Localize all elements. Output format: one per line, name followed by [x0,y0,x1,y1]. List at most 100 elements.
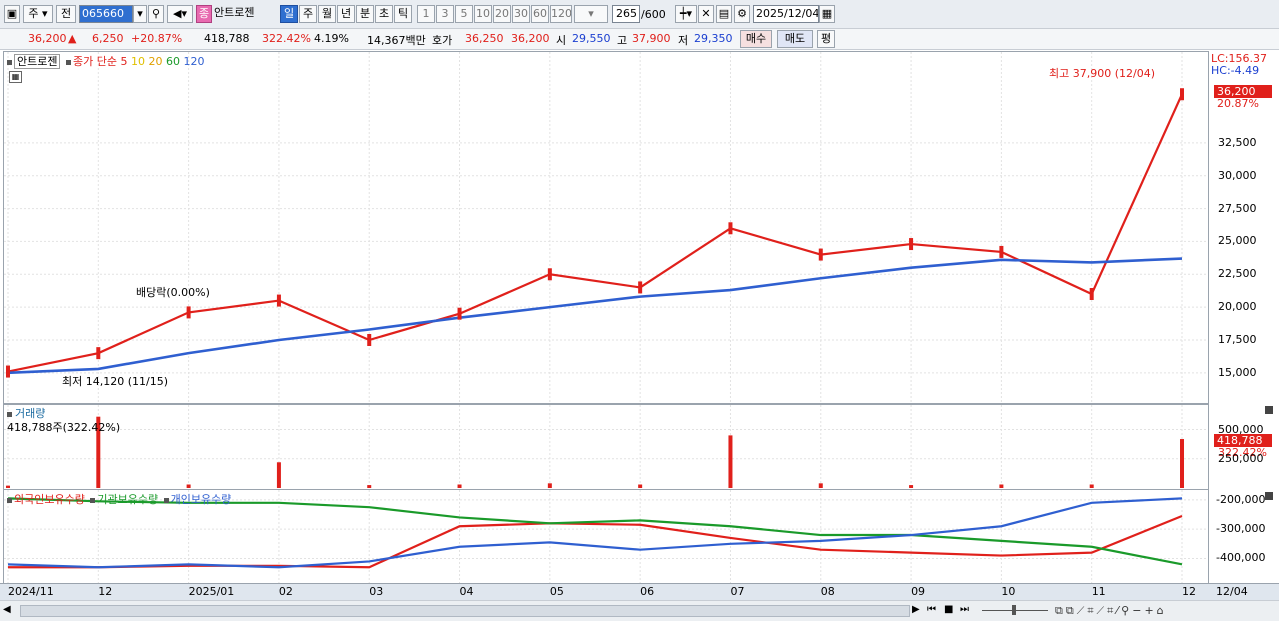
stop-icon[interactable]: ■ [944,604,958,618]
gear-icon[interactable]: ⚙ [734,5,750,23]
line-tool-icon[interactable]: ⟋ [1097,604,1108,617]
period-minute[interactable]: 분 [356,5,374,23]
fibonacci-icon[interactable]: ⌗ [1087,604,1096,617]
scroll-track[interactable] [20,605,910,617]
chart-toolbar: ▣ 주 ▾ 전 065660 ▾ ⚲ ◀▾ 종 안트로젠 일 주 월 년 분 초… [0,0,1279,29]
price-candle [909,238,914,251]
window-menu-icon[interactable]: ▣ [4,5,20,23]
price-y-tick: 30,000 [1218,168,1257,182]
x-axis-tick: 10 [1001,585,1016,598]
price-chart[interactable] [4,52,1208,404]
count-input[interactable]: 265 [612,5,640,23]
copy-icon[interactable]: ⧉ [1055,604,1066,617]
type-select[interactable]: 주 ▾ [23,5,53,23]
period-tick[interactable]: 틱 [394,5,412,23]
volume-bar [6,485,10,488]
minute-10[interactable]: 10 [474,5,492,23]
home-icon[interactable]: ⌂ [1157,604,1167,617]
minus-icon[interactable]: − [1132,604,1144,617]
legend-square-icon [7,60,12,65]
count-max: /600 [641,8,666,21]
minute-20[interactable]: 20 [493,5,511,23]
fast-forward-icon[interactable]: ⏭ [960,604,976,618]
minute-1[interactable]: 1 [417,5,435,23]
volume-value: 418,788 [204,32,250,45]
price-y-tick: 22,500 [1218,267,1257,281]
legend-square-icon [65,60,71,65]
plus-icon[interactable]: + [1144,604,1156,617]
holding-legend: 외국인보유수량 기관보유수량 개인보유수량 [7,491,231,507]
period-second[interactable]: 초 [375,5,393,23]
change-percent: +20.87% [131,32,183,45]
price-candle [1089,288,1094,300]
volume-bar [999,484,1004,488]
high-label: 고 [617,34,628,47]
x-axis-tick: 05 [549,585,564,598]
minute-120[interactable]: 120 [550,5,572,23]
price-series-line [7,93,1184,373]
table-icon[interactable]: ▦ [9,71,22,83]
x-axis-right-label: 12/04 [1216,585,1248,598]
fibonacci-icon[interactable]: ⌗ [1107,604,1116,617]
search-icon[interactable]: ⚲ [148,5,164,23]
price-y-tick: 25,000 [1218,234,1257,248]
scroll-left-icon[interactable]: ◀ [3,604,17,618]
price-candle [638,281,643,294]
low-note: 최저 14,120 (11/15) [62,375,169,388]
buy-button[interactable]: 매수 [740,30,772,48]
x-axis-tick: 12 [1182,585,1196,598]
price-y-tick: 15,000 [1218,365,1257,379]
code-dropdown-icon[interactable]: ▾ [133,5,147,23]
minute-30[interactable]: 30 [512,5,530,23]
rewind-icon[interactable]: ⏮ [927,604,943,618]
volume-y-tick: 250,000 [1218,451,1264,465]
volume-bar [367,485,372,488]
turnover-rate: 4.19% [314,32,349,45]
panel-close-icon[interactable] [1265,492,1273,500]
period-week[interactable]: 주 [299,5,317,23]
ma-60-label: 60 [165,55,180,68]
date-input[interactable]: 2025/12/04 [753,5,819,23]
legend-square-icon [90,498,96,503]
average-button[interactable]: 평 [817,30,835,48]
line-tool-icon[interactable]: ⟋ [1077,604,1088,617]
legend-institution: 기관보유수량 [97,493,159,506]
calendar-icon[interactable]: ▦ [819,5,835,23]
copy-icon[interactable]: ⧉ [1066,604,1077,617]
stock-code-input[interactable]: 065660 [79,5,133,23]
volume-chart[interactable] [4,405,1208,489]
candle-type-icon[interactable]: ┿▾ [675,5,697,23]
price-candle [457,307,462,320]
scroll-right-icon[interactable]: ▶ [912,604,926,618]
zoom-slider-handle[interactable] [1012,605,1016,615]
legend-square-icon [163,498,169,503]
custom-period-dropdown[interactable]: ▾ [574,5,608,23]
drawing-tools[interactable]: ⧉⧉⟋⌗⟋⌗⁄⚲−+⌂ [1055,604,1275,618]
zoom-icon[interactable]: ⚲ [1121,604,1132,617]
stock-tag: 안트로젠 [14,54,61,69]
volume-percent: 322.42% [262,32,311,45]
sell-button[interactable]: 매도 [777,30,813,48]
minute-3[interactable]: 3 [436,5,454,23]
mode-button[interactable]: 전 [56,5,76,23]
price-candle [186,306,191,319]
minute-60[interactable]: 60 [531,5,549,23]
holding-y-tick: -200,000 [1216,492,1266,506]
period-month[interactable]: 월 [318,5,336,23]
price-legend: 안트로젠 종가 단순 5 10 20 60 120 [7,53,204,69]
stock-badge: 종 [196,5,212,23]
volume-bar [728,435,733,488]
chart-scrollbar[interactable]: ◀ ▶ ⏮ ■ ⏭ ⧉⧉⟋⌗⟋⌗⁄⚲−+⌂ [0,600,1279,621]
speaker-icon[interactable]: ◀▾ [167,5,193,23]
save-icon[interactable]: ▤ [716,5,732,23]
crosshair-icon[interactable]: ✕ [698,5,714,23]
legend-square-icon [7,412,12,417]
ma-120-label: 120 [183,55,205,68]
period-day[interactable]: 일 [280,5,298,23]
panel-close-icon[interactable] [1265,406,1273,414]
ma-title: 종가 단순 [72,55,117,68]
period-year[interactable]: 년 [337,5,355,23]
quote-bar: 36,200 ▲ 6,250 +20.87% 418,788 322.42% 4… [0,29,1279,50]
minute-5[interactable]: 5 [455,5,473,23]
price-y-tick: 17,500 [1218,333,1257,346]
